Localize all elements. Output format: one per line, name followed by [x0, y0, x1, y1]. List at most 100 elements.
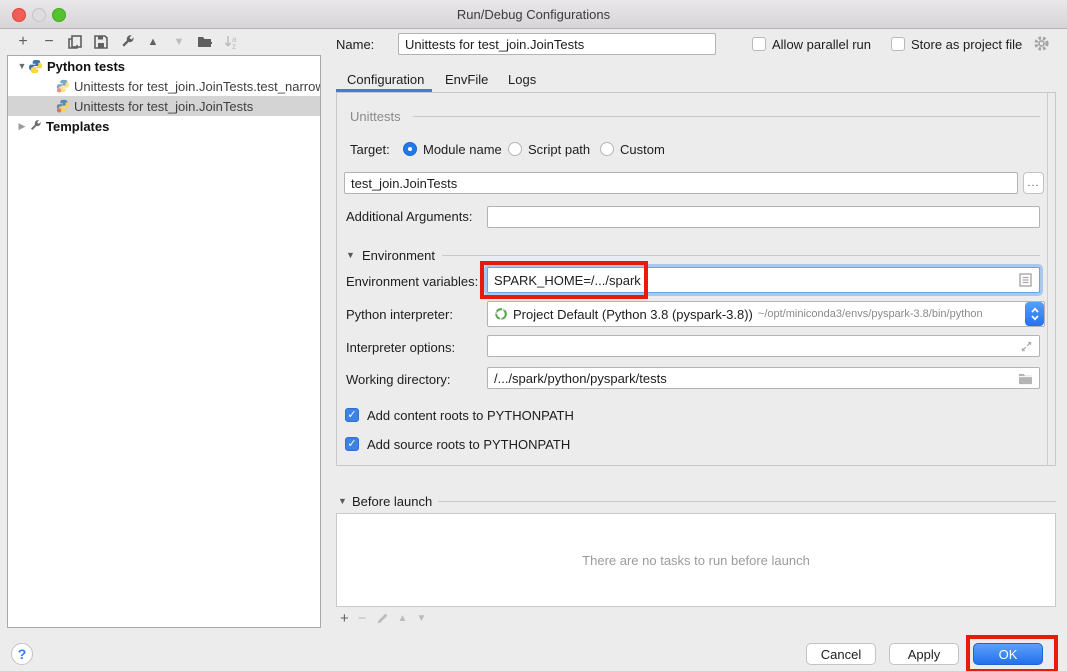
tree-item-jointests-selected[interactable]: Unittests for test_join.JoinTests: [8, 96, 320, 116]
target-label: Target:: [350, 142, 390, 157]
remove-task-button[interactable]: −: [358, 611, 367, 626]
tree-item-label: Unittests for test_join.JoinTests: [74, 99, 253, 114]
expanded-twisty-icon[interactable]: ▼: [16, 61, 28, 71]
minus-icon: −: [44, 34, 53, 50]
move-task-down-button[interactable]: ▼: [416, 614, 426, 624]
conda-env-icon: [494, 307, 508, 321]
apply-button[interactable]: Apply: [889, 643, 959, 665]
before-launch-empty-message: There are no tasks to run before launch: [582, 553, 810, 568]
add-source-roots-checkbox[interactable]: ✓: [345, 437, 359, 451]
plus-icon: +: [18, 34, 27, 50]
target-custom-label: Custom: [620, 142, 665, 157]
store-options-button[interactable]: [1033, 35, 1050, 52]
add-content-roots-checkbox[interactable]: ✓: [345, 408, 359, 422]
sort-alpha-icon: az: [223, 34, 239, 50]
arrow-down-icon: ▼: [174, 37, 185, 48]
unittests-group-title: Unittests: [350, 109, 401, 124]
environment-section-title: Environment: [362, 248, 435, 263]
cancel-button[interactable]: Cancel: [806, 643, 876, 665]
new-folder-button[interactable]: [194, 33, 216, 51]
store-as-project-file-label: Store as project file: [911, 37, 1022, 52]
python-test-icon: [56, 99, 70, 113]
environment-collapse-icon[interactable]: ▼: [346, 250, 355, 260]
allow-parallel-run-checkbox[interactable]: [752, 37, 766, 51]
arrow-up-icon: ▲: [148, 37, 159, 48]
new-folder-icon: [197, 34, 214, 50]
tree-item-templates[interactable]: ▶ Templates: [8, 116, 320, 136]
minus-icon: −: [358, 610, 367, 627]
tab-configuration[interactable]: Configuration: [347, 72, 424, 87]
environment-variables-input[interactable]: SPARK_HOME=/.../spark: [487, 267, 1040, 293]
tree-item-test-narrow[interactable]: Unittests for test_join.JoinTests.test_n…: [8, 76, 320, 96]
target-custom-radio[interactable]: [600, 142, 614, 156]
name-label: Name:: [336, 37, 374, 52]
collapsed-twisty-icon[interactable]: ▶: [16, 121, 28, 132]
svg-text:z: z: [232, 42, 236, 50]
title-bar: Run/Debug Configurations: [0, 0, 1067, 29]
allow-parallel-run-label: Allow parallel run: [772, 37, 871, 52]
sort-configurations-button[interactable]: az: [220, 33, 242, 51]
tree-item-python-tests[interactable]: ▼ Python tests: [8, 56, 320, 76]
python-interpreter-select[interactable]: Project Default (Python 3.8 (pyspark-3.8…: [487, 301, 1045, 327]
module-name-input[interactable]: test_join.JoinTests: [344, 172, 1018, 194]
save-configuration-button[interactable]: [90, 33, 112, 51]
move-down-button[interactable]: ▼: [168, 33, 190, 51]
folder-icon[interactable]: [1018, 372, 1033, 385]
tree-item-label: Templates: [46, 119, 109, 134]
environment-variables-label: Environment variables:: [346, 274, 478, 289]
tab-envfile[interactable]: EnvFile: [445, 72, 488, 87]
cancel-label: Cancel: [821, 647, 861, 662]
remove-configuration-button[interactable]: −: [38, 33, 60, 51]
name-value: Unittests for test_join.JoinTests: [405, 37, 584, 52]
edit-task-button[interactable]: [376, 612, 389, 625]
plus-icon: +: [340, 610, 349, 627]
move-up-button[interactable]: ▲: [142, 33, 164, 51]
copy-configuration-button[interactable]: [64, 33, 86, 51]
move-task-up-button[interactable]: ▲: [398, 614, 408, 624]
python-test-icon: [56, 79, 70, 93]
before-launch-task-list: There are no tasks to run before launch: [336, 513, 1056, 607]
interpreter-dropdown-button[interactable]: [1025, 302, 1044, 326]
help-button[interactable]: ?: [11, 643, 33, 665]
env-list-icon: [1018, 272, 1033, 288]
python-interpreter-path: ~/opt/miniconda3/envs/pyspark-3.8/bin/py…: [758, 308, 983, 320]
interpreter-options-label: Interpreter options:: [346, 340, 455, 355]
working-directory-label: Working directory:: [346, 372, 451, 387]
dialog-title: Run/Debug Configurations: [0, 7, 1067, 22]
ellipsis-icon: ...: [1027, 177, 1039, 189]
additional-arguments-input[interactable]: [487, 206, 1040, 228]
store-as-project-file-checkbox[interactable]: [891, 37, 905, 51]
interpreter-options-input[interactable]: [487, 335, 1040, 357]
pencil-icon: [376, 612, 389, 625]
working-directory-value: /.../spark/python/pyspark/tests: [494, 371, 1018, 386]
before-launch-collapse-icon[interactable]: ▼: [338, 496, 347, 506]
edit-templates-button[interactable]: [116, 33, 138, 51]
tab-logs[interactable]: Logs: [508, 72, 536, 87]
apply-label: Apply: [908, 647, 941, 662]
wrench-icon: [119, 34, 135, 50]
browse-module-button[interactable]: ...: [1023, 172, 1044, 194]
environment-variables-value: SPARK_HOME=/.../spark: [494, 273, 641, 288]
python-icon: [28, 59, 43, 74]
expand-field-icon[interactable]: [1020, 340, 1033, 353]
target-script-path-label: Script path: [528, 142, 590, 157]
target-module-name-radio[interactable]: [403, 142, 417, 156]
save-icon: [93, 34, 109, 50]
scrollbar-track[interactable]: [1047, 93, 1048, 465]
name-input[interactable]: Unittests for test_join.JoinTests: [398, 33, 716, 55]
browse-env-variables-button[interactable]: [1018, 272, 1033, 288]
target-script-path-radio[interactable]: [508, 142, 522, 156]
add-task-button[interactable]: +: [340, 611, 349, 626]
ok-label: OK: [999, 647, 1018, 662]
ok-button[interactable]: OK: [973, 643, 1043, 665]
before-launch-toolbar: + − ▲ ▼: [340, 611, 426, 626]
add-source-roots-label: Add source roots to PYTHONPATH: [367, 437, 570, 452]
add-configuration-button[interactable]: +: [12, 33, 34, 51]
working-directory-input[interactable]: /.../spark/python/pyspark/tests: [487, 367, 1040, 389]
configurations-toolbar: + − ▲ ▼ az: [12, 33, 242, 51]
copy-icon: [67, 34, 83, 50]
before-launch-title: Before launch: [352, 494, 432, 509]
configurations-tree: ▼ Python tests Unittests for test_join.J…: [7, 55, 321, 628]
group-divider: [438, 501, 1056, 502]
module-name-value: test_join.JoinTests: [351, 176, 457, 191]
